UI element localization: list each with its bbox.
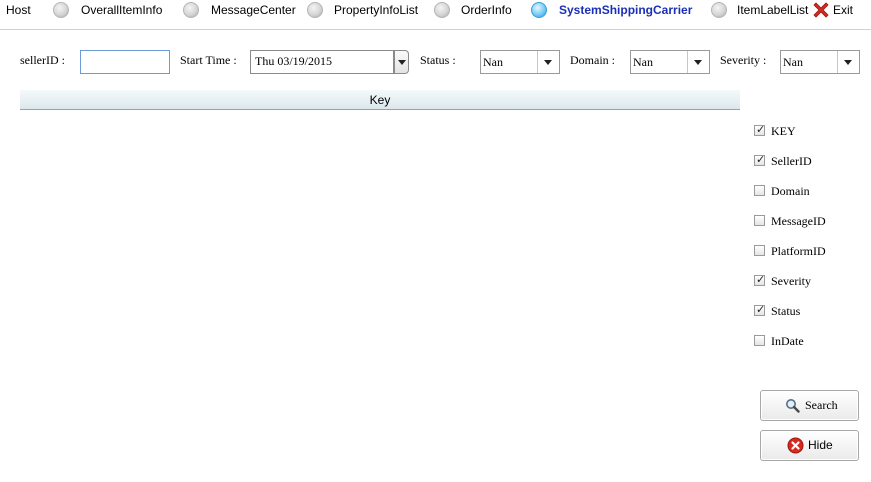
domain-dropdown-button[interactable] bbox=[687, 51, 709, 73]
checkbox[interactable]: ✓ bbox=[754, 123, 766, 136]
status-dropdown-button[interactable] bbox=[537, 51, 559, 73]
radio-bullet-icon[interactable] bbox=[53, 2, 69, 18]
checkbox[interactable] bbox=[754, 185, 765, 196]
tab-message-center[interactable]: MessageCenter bbox=[211, 0, 296, 20]
top-navigation: Host OverallItemInfo MessageCenter Prope… bbox=[0, 0, 871, 30]
status-selected-value: Nan bbox=[483, 55, 503, 69]
status-select[interactable]: Nan bbox=[480, 50, 560, 74]
radio-bullet-icon[interactable] bbox=[183, 2, 199, 18]
severity-dropdown-button[interactable] bbox=[837, 51, 859, 73]
chevron-down-icon bbox=[844, 60, 852, 65]
domain-selected-value: Nan bbox=[633, 55, 653, 69]
radio-bullet-active-icon[interactable] bbox=[531, 2, 547, 18]
checkbox[interactable]: ✓ bbox=[754, 153, 766, 166]
checkmark-icon: ✓ bbox=[756, 273, 766, 286]
tab-system-shipping-carrier[interactable]: SystemShippingCarrier bbox=[559, 0, 692, 20]
start-time-input[interactable]: Thu 03/19/2015 bbox=[250, 50, 394, 74]
severity-select[interactable]: Nan bbox=[780, 50, 860, 74]
tab-item-label-list[interactable]: ItemLabelList bbox=[737, 0, 808, 20]
severity-selected-value: Nan bbox=[783, 55, 803, 69]
checkmark-icon: ✓ bbox=[756, 153, 766, 166]
tab-overall-item-info[interactable]: OverallItemInfo bbox=[81, 0, 162, 20]
checkmark-icon: ✓ bbox=[756, 303, 766, 316]
chevron-down-icon bbox=[544, 60, 552, 65]
column-option-label: Severity bbox=[771, 274, 811, 288]
exit-icon[interactable] bbox=[813, 2, 829, 18]
nav-host[interactable]: Host bbox=[6, 0, 31, 20]
domain-label: Domain : bbox=[570, 53, 615, 67]
column-option-label: KEY bbox=[771, 124, 796, 138]
exit-link[interactable]: Exit bbox=[833, 0, 853, 20]
radio-bullet-icon[interactable] bbox=[434, 2, 450, 18]
seller-id-input[interactable] bbox=[80, 50, 170, 74]
tab-property-info-list[interactable]: PropertyInfoList bbox=[334, 0, 418, 20]
checkbox[interactable]: ✓ bbox=[754, 303, 766, 316]
column-option-label: InDate bbox=[771, 334, 804, 348]
search-button[interactable]: Search bbox=[760, 390, 859, 421]
chevron-down-icon bbox=[694, 60, 702, 65]
radio-bullet-icon[interactable] bbox=[711, 2, 727, 18]
checkbox[interactable] bbox=[754, 215, 765, 226]
checkmark-icon: ✓ bbox=[756, 123, 766, 136]
column-option-label: SellerID bbox=[771, 154, 812, 168]
column-option-label: Status bbox=[771, 304, 801, 318]
checkbox[interactable] bbox=[754, 335, 765, 346]
severity-label: Severity : bbox=[720, 53, 767, 67]
hide-button-label: Hide bbox=[808, 438, 833, 452]
seller-id-label: sellerID : bbox=[20, 53, 65, 67]
hide-icon bbox=[787, 437, 804, 454]
domain-select[interactable]: Nan bbox=[630, 50, 710, 74]
chevron-down-icon bbox=[398, 60, 406, 65]
column-option-label: PlatformID bbox=[771, 244, 826, 258]
tab-order-info[interactable]: OrderInfo bbox=[461, 0, 512, 20]
start-time-label: Start Time : bbox=[180, 53, 237, 67]
radio-bullet-icon[interactable] bbox=[307, 2, 323, 18]
checkbox[interactable]: ✓ bbox=[754, 273, 766, 286]
column-option-label: MessageID bbox=[771, 214, 826, 228]
search-icon bbox=[786, 399, 800, 413]
column-option-label: Domain bbox=[771, 184, 810, 198]
grid-column-header-key[interactable]: Key bbox=[20, 90, 740, 110]
search-button-label: Search bbox=[805, 398, 838, 412]
date-picker-button[interactable] bbox=[394, 50, 409, 74]
hide-button[interactable]: Hide bbox=[760, 430, 859, 461]
checkbox[interactable] bbox=[754, 245, 765, 256]
status-label: Status : bbox=[420, 53, 456, 67]
